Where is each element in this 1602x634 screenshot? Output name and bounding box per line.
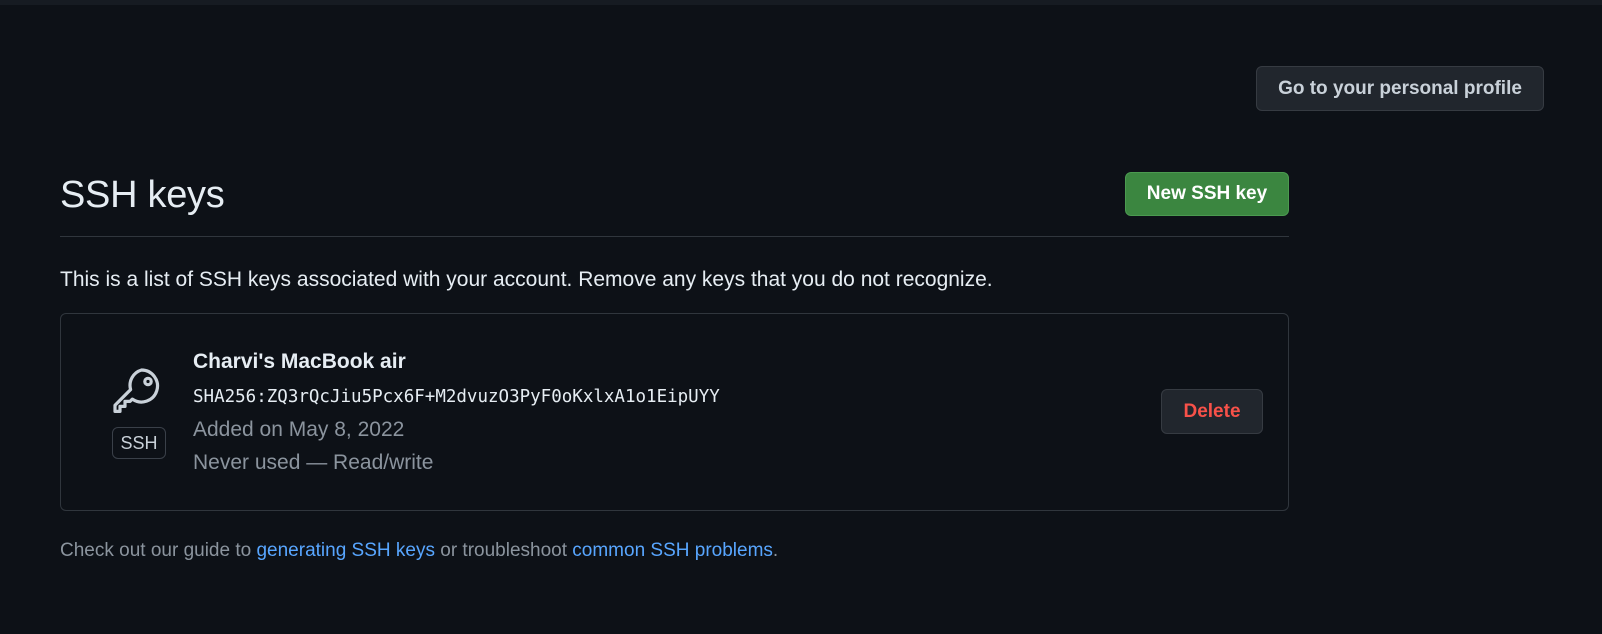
ssh-help-note: Check out our guide to generating SSH ke… bbox=[60, 538, 778, 564]
ssh-key-fingerprint: SHA256:ZQ3rQcJiu5Pcx6F+M2dvuzO3PyF0oKxlx… bbox=[193, 387, 720, 407]
top-bar bbox=[0, 0, 1602, 5]
ssh-key-added-date: Added on May 8, 2022 bbox=[193, 418, 405, 441]
page-title: SSH keys bbox=[60, 174, 225, 216]
ssh-type-badge: SSH bbox=[112, 427, 166, 459]
ssh-key-list-item: SSH Charvi's MacBook air SHA256:ZQ3rQcJi… bbox=[60, 313, 1289, 511]
ssh-help-prefix: Check out our guide to bbox=[60, 540, 257, 561]
ssh-key-usage: Never used — Read/write bbox=[193, 451, 434, 474]
key-icon bbox=[111, 364, 165, 418]
ssh-keys-description: This is a list of SSH keys associated wi… bbox=[60, 268, 993, 291]
ssh-key-title: Charvi's MacBook air bbox=[193, 350, 406, 373]
go-to-personal-profile-button[interactable]: Go to your personal profile bbox=[1256, 66, 1544, 111]
delete-ssh-key-button[interactable]: Delete bbox=[1161, 389, 1263, 434]
common-ssh-problems-link[interactable]: common SSH problems bbox=[572, 540, 773, 561]
ssh-help-middle: or troubleshoot bbox=[434, 540, 573, 561]
ssh-help-suffix: . bbox=[772, 540, 779, 561]
title-divider bbox=[60, 236, 1289, 237]
new-ssh-key-button[interactable]: New SSH key bbox=[1125, 172, 1289, 216]
generating-ssh-keys-link[interactable]: generating SSH keys bbox=[256, 540, 435, 561]
